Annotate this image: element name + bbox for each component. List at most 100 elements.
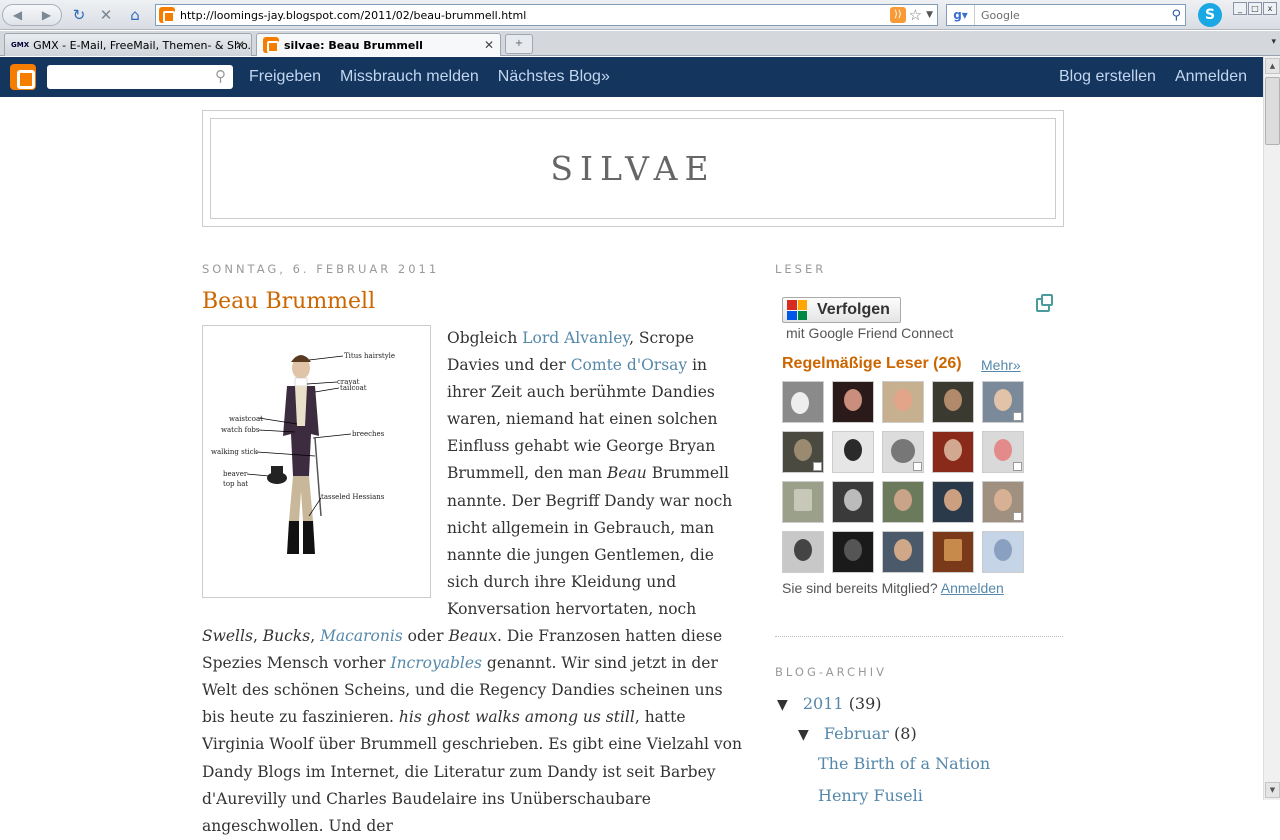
avatar[interactable]: [832, 531, 874, 573]
blogger-logo-icon[interactable]: [10, 64, 36, 90]
reload-icon[interactable]: ↻: [70, 4, 88, 26]
close-window-icon[interactable]: x: [1263, 2, 1277, 15]
url-text[interactable]: http://loomings-jay.blogspot.com/2011/02…: [180, 9, 890, 22]
sidebar-divider: [775, 636, 1063, 637]
forward-icon[interactable]: ▶: [42, 8, 51, 22]
tab-label: silvae: Beau Brummell: [284, 38, 423, 52]
link-lord-alvanley[interactable]: Lord Alvanley: [522, 329, 629, 347]
archive-heading: Blog-Archiv: [775, 665, 887, 679]
navbar-search-input[interactable]: ⚲: [47, 65, 233, 89]
blogger-navbar: ⚲ Freigeben Missbrauch melden Nächstes B…: [0, 57, 1263, 97]
search-icon[interactable]: ⚲: [215, 67, 226, 85]
expand-triangle-icon[interactable]: ▼: [798, 727, 809, 743]
google-friend-connect-icon: [787, 300, 807, 320]
maximize-icon[interactable]: □: [1248, 2, 1262, 15]
members-title: Regelmäßige Leser (26): [782, 355, 962, 372]
archive-link[interactable]: Februar: [824, 724, 889, 743]
post-body: Obgleich Lord Alvanley, Scrope Davies un…: [202, 325, 742, 840]
google-badge-icon: [1013, 462, 1022, 471]
link-incroyables[interactable]: Incroyables: [390, 654, 482, 672]
more-members-link[interactable]: Mehr»: [981, 357, 1021, 373]
follow-button-label: Verfolgen: [817, 301, 890, 318]
avatar[interactable]: [932, 431, 974, 473]
url-dropdown-icon[interactable]: ▼: [926, 10, 933, 20]
member-avatars-grid: [782, 381, 1024, 573]
tab-close-icon[interactable]: ✕: [484, 38, 494, 52]
minimize-icon[interactable]: _: [1233, 2, 1247, 15]
avatar[interactable]: [832, 381, 874, 423]
search-bar[interactable]: g▾ Google ⚲: [946, 4, 1186, 26]
window-controls: _ □ x: [1233, 2, 1277, 15]
post-date: Sonntag, 6. Februar 2011: [202, 262, 440, 276]
sign-in-link[interactable]: Anmelden: [941, 580, 1004, 596]
create-blog-link[interactable]: Blog erstellen: [1059, 68, 1156, 86]
scrollbar-thumb[interactable]: [1265, 77, 1280, 145]
archive-post-link[interactable]: The Birth of a Nation: [818, 754, 990, 773]
back-icon[interactable]: ◀: [13, 8, 22, 22]
tab-close-icon[interactable]: ✕: [235, 38, 245, 52]
blogger-favicon-icon: [159, 7, 175, 23]
home-icon[interactable]: ⌂: [125, 4, 145, 26]
google-engine-icon[interactable]: g▾: [947, 5, 975, 25]
tab-list-icon[interactable]: ▾: [1271, 37, 1276, 47]
scroll-down-icon[interactable]: ▼: [1265, 782, 1280, 798]
archive-month-februar: ▼ Februar (8): [798, 724, 917, 743]
google-badge-icon: [913, 462, 922, 471]
link-macaronis[interactable]: Macaronis: [320, 627, 403, 645]
already-member-text: Sie sind bereits Mitglied?: [782, 580, 938, 596]
avatar[interactable]: [882, 381, 924, 423]
expand-triangle-icon[interactable]: ▼: [777, 697, 788, 713]
address-bar[interactable]: http://loomings-jay.blogspot.com/2011/02…: [155, 4, 938, 26]
avatar[interactable]: [982, 531, 1024, 573]
tab-gmx[interactable]: GMX GMX - E-Mail, FreeMail, Themen- & Sh…: [4, 33, 252, 56]
followers-heading: Leser: [775, 262, 827, 276]
new-tab-button[interactable]: +: [505, 34, 533, 54]
page-scrollbar[interactable]: ▲ ▼: [1263, 56, 1280, 800]
avatar[interactable]: [982, 381, 1024, 423]
follow-button[interactable]: Verfolgen: [782, 297, 901, 323]
back-forward-buttons[interactable]: ◀ ▶: [2, 4, 62, 26]
avatar[interactable]: [882, 481, 924, 523]
popout-icon[interactable]: [1036, 294, 1053, 312]
archive-post-link[interactable]: Henry Fuseli: [818, 786, 923, 805]
archive-link[interactable]: 2011: [803, 694, 844, 713]
bookmark-star-icon[interactable]: ☆: [909, 6, 922, 24]
google-badge-icon: [813, 462, 822, 471]
search-icon[interactable]: ⚲: [1171, 8, 1181, 23]
blog-title[interactable]: SILVAE: [550, 149, 715, 188]
link-comte-dorsay[interactable]: Comte d'Orsay: [571, 356, 687, 374]
avatar[interactable]: [932, 531, 974, 573]
tab-label: GMX - E-Mail, FreeMail, Themen- & Sho...: [33, 38, 252, 52]
avatar[interactable]: [782, 381, 824, 423]
avatar[interactable]: [882, 531, 924, 573]
archive-post: The Birth of a Nation: [818, 754, 990, 773]
archive-count: (39): [848, 694, 882, 713]
scroll-up-icon[interactable]: ▲: [1265, 58, 1280, 74]
share-link[interactable]: Freigeben: [249, 68, 321, 86]
search-input[interactable]: Google: [975, 9, 1171, 22]
sign-in-link[interactable]: Anmelden: [1175, 68, 1247, 86]
post-title[interactable]: Beau Brummell: [202, 289, 375, 314]
stop-icon[interactable]: ✕: [97, 4, 115, 26]
avatar[interactable]: [832, 481, 874, 523]
browser-toolbar: ◀ ▶ ↻ ✕ ⌂ http://loomings-jay.blogspot.c…: [0, 0, 1280, 30]
next-blog-link[interactable]: Nächstes Blog»: [498, 68, 610, 86]
already-member-line: Sie sind bereits Mitglied? Anmelden: [782, 580, 1004, 596]
twitter-badge-icon: [1013, 412, 1022, 421]
blog-header: SILVAE: [202, 110, 1064, 227]
tab-silvae[interactable]: silvae: Beau Brummell ✕: [256, 33, 501, 56]
avatar[interactable]: [982, 431, 1024, 473]
rss-icon[interactable]: )): [889, 7, 906, 23]
avatar[interactable]: [782, 431, 824, 473]
report-abuse-link[interactable]: Missbrauch melden: [340, 68, 479, 86]
avatar[interactable]: [932, 381, 974, 423]
avatar[interactable]: [882, 431, 924, 473]
avatar[interactable]: [932, 481, 974, 523]
avatar[interactable]: [832, 431, 874, 473]
avatar[interactable]: [782, 481, 824, 523]
archive-year-2011: ▼ 2011 (39): [777, 694, 882, 713]
skype-icon[interactable]: S: [1198, 3, 1222, 27]
avatar[interactable]: [982, 481, 1024, 523]
avatar[interactable]: [782, 531, 824, 573]
gmx-favicon-icon: GMX: [11, 41, 30, 49]
